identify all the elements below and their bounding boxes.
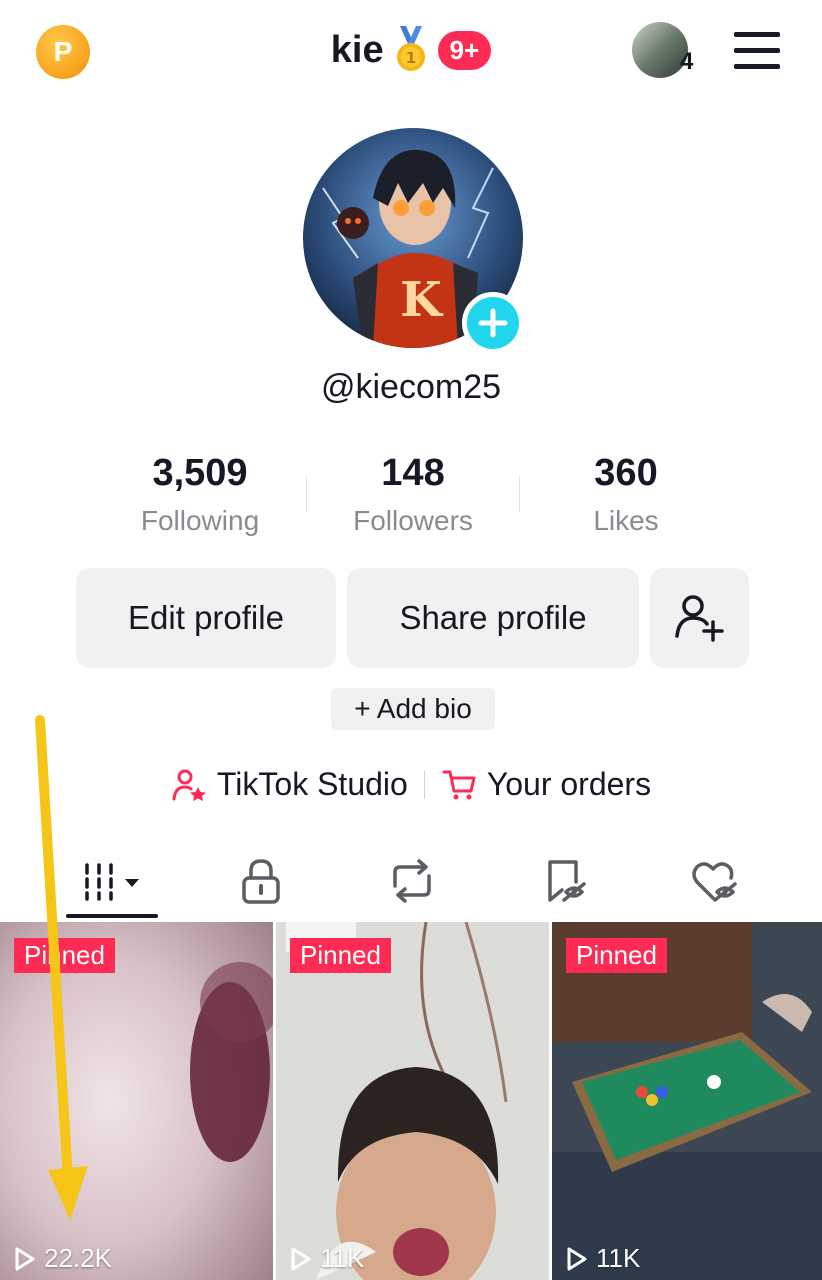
tab-favorites[interactable]: [505, 848, 625, 914]
play-icon: [15, 1247, 35, 1270]
share-profile-button[interactable]: Share profile: [347, 568, 639, 668]
view-count: 22.2K: [14, 1243, 112, 1274]
svg-text:K: K: [400, 272, 444, 328]
pinned-badge: Pinned: [14, 938, 115, 973]
your-orders-link[interactable]: Your orders: [441, 766, 651, 803]
tab-reposts[interactable]: [352, 848, 472, 914]
view-count: 11K: [566, 1243, 640, 1274]
medal-icon: 1: [396, 26, 425, 71]
video-thumbnail[interactable]: Pinned 22.2K: [0, 922, 273, 1280]
stat-following[interactable]: 3,509 Following: [90, 452, 310, 537]
menu-icon[interactable]: [734, 32, 780, 70]
tab-videos[interactable]: [52, 848, 172, 914]
videos-grid-icon: [85, 863, 139, 901]
play-icon: [567, 1247, 587, 1270]
view-count: 11K: [290, 1243, 364, 1274]
video-preview-image: [552, 922, 822, 1280]
private-lock-icon: [242, 859, 280, 904]
your-orders-label: Your orders: [486, 766, 652, 802]
links-divider: [423, 770, 425, 799]
repost-icon: [393, 859, 431, 903]
plus-icon: [478, 308, 508, 338]
top-title-bar: kie 1 9+: [0, 26, 822, 74]
video-thumbnail[interactable]: Pinned 11K: [552, 922, 822, 1280]
favorites-icon: [548, 860, 586, 902]
notification-badge[interactable]: 9+: [437, 30, 492, 70]
liked-icon: [692, 862, 737, 902]
stat-followers[interactable]: 148 Followers: [303, 452, 523, 537]
add-friend-button[interactable]: [650, 568, 749, 668]
studio-icon: [172, 769, 206, 801]
profile-links: TikTok Studio Your orders: [0, 766, 822, 803]
active-tab-indicator: [66, 914, 158, 918]
cart-icon: [442, 770, 476, 799]
pinned-badge: Pinned: [290, 938, 391, 973]
edit-profile-button[interactable]: Edit profile: [76, 568, 336, 668]
add-user-icon: [674, 595, 724, 642]
add-bio-button[interactable]: + Add bio: [331, 688, 495, 730]
stat-likes[interactable]: 360 Likes: [516, 452, 736, 537]
username[interactable]: kie: [331, 29, 384, 72]
play-icon: [291, 1247, 311, 1270]
tiktok-studio-link[interactable]: TikTok Studio: [171, 766, 408, 803]
tab-private[interactable]: [201, 848, 321, 914]
video-thumbnail[interactable]: Pinned 11K: [276, 922, 549, 1280]
tiktok-studio-label: TikTok Studio: [216, 766, 408, 802]
add-avatar-button[interactable]: [462, 292, 524, 354]
profile-handle: @kiecom25: [320, 368, 502, 406]
video-preview-image: [0, 922, 273, 1280]
account-count: 4: [680, 48, 694, 75]
video-preview-image: [276, 922, 549, 1280]
tab-liked[interactable]: [654, 848, 774, 914]
pinned-badge: Pinned: [566, 938, 667, 973]
svg-text:1: 1: [405, 49, 415, 67]
